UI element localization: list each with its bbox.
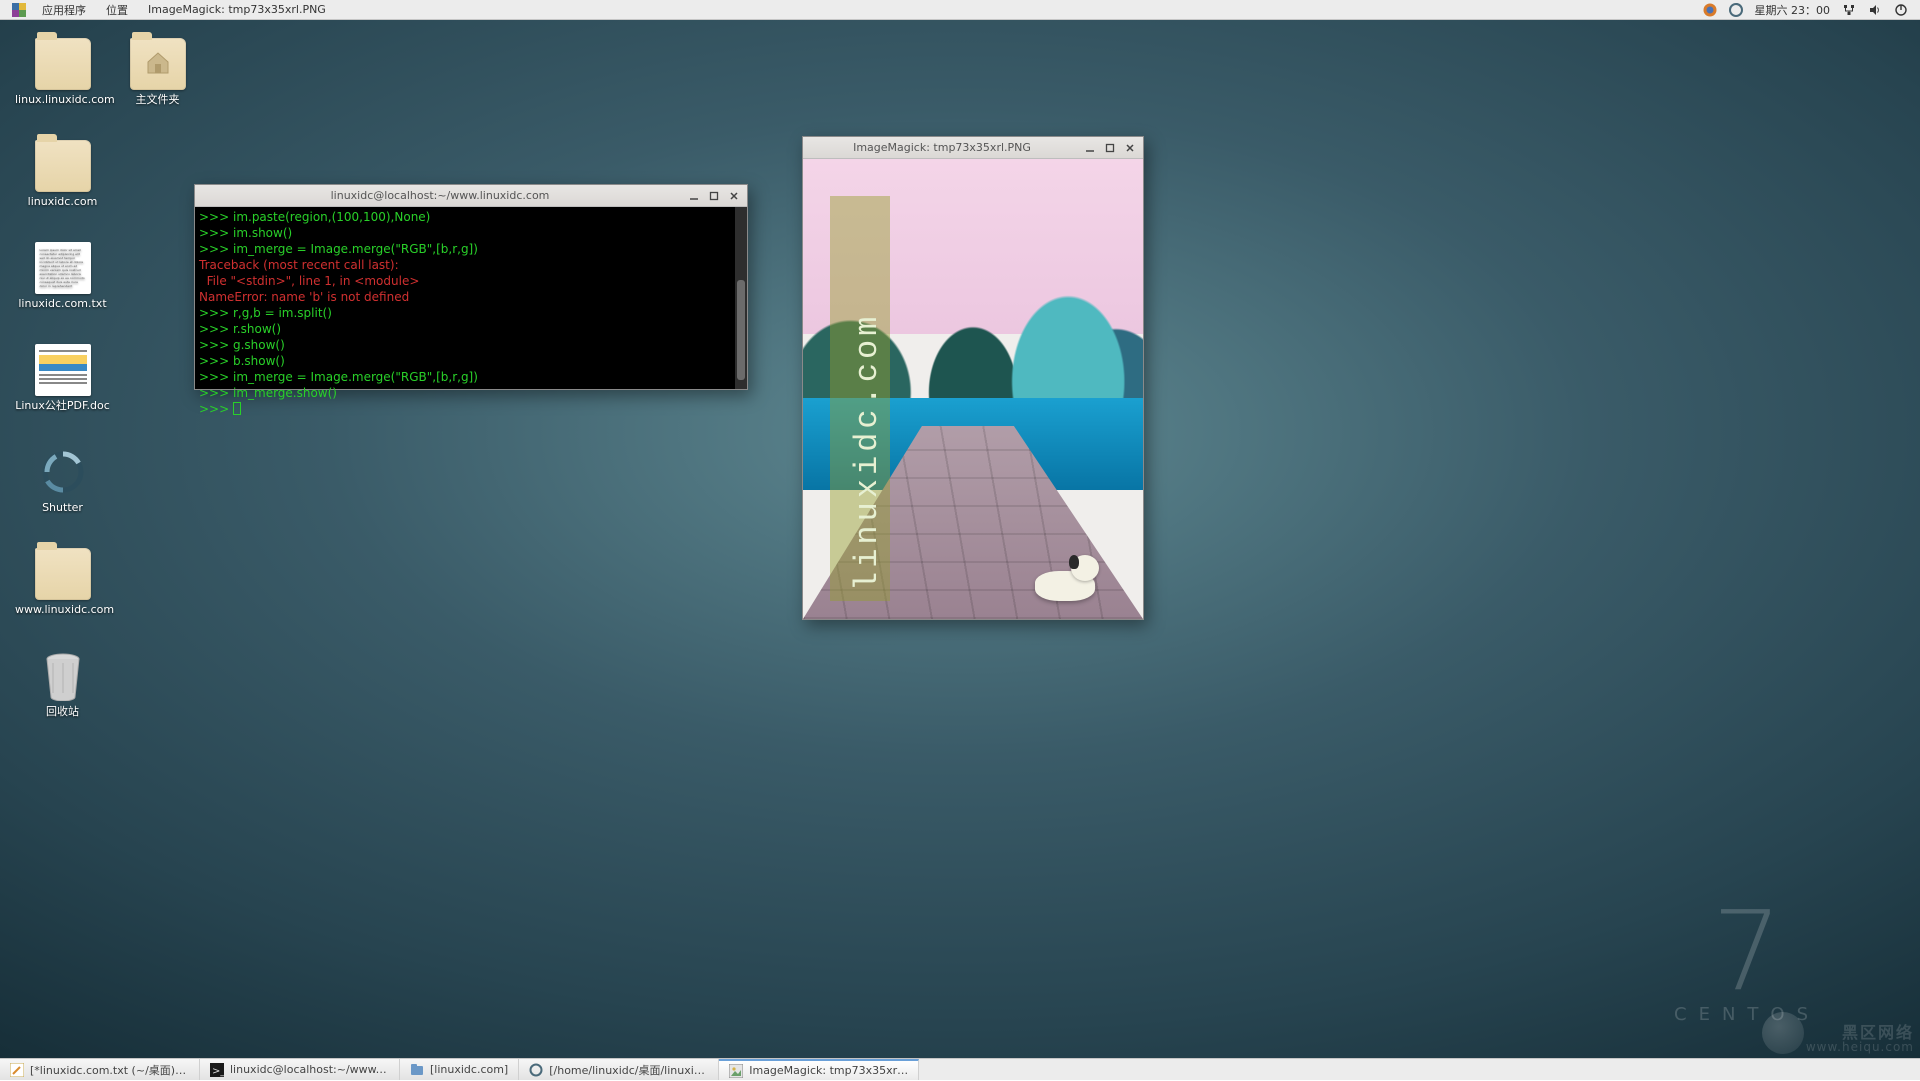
minimize-button[interactable] — [1081, 140, 1099, 156]
task-label: [/home/linuxidc/桌面/linuxidc.com/... — [549, 1062, 708, 1078]
terminal-icon: >_ — [210, 1063, 224, 1077]
home-folder[interactable]: 主文件夹 — [110, 38, 205, 107]
terminal-scrollbar[interactable] — [735, 207, 747, 389]
image-viewer-body: linuxidc.com — [803, 159, 1143, 619]
terminal-cursor — [233, 402, 241, 415]
image-dog — [1035, 555, 1095, 601]
image-viewer-window[interactable]: ImageMagick: tmp73x35xrl.PNG linuxidc.co… — [802, 136, 1144, 620]
task-gedit[interactable]: [*linuxidc.com.txt (~/桌面) - gedit] — [0, 1059, 200, 1080]
terminal-title: linuxidc@localhost:~/www.linuxidc.com — [195, 189, 685, 202]
task-shutter[interactable]: [/home/linuxidc/桌面/linuxidc.com/... — [519, 1059, 719, 1080]
active-window-title: ImageMagick: tmp73x35xrl.PNG — [138, 3, 336, 16]
task-terminal[interactable]: >_ linuxidc@localhost:~/www.linuxidc.c... — [200, 1059, 400, 1080]
taskbar: [*linuxidc.com.txt (~/桌面) - gedit] >_ linu… — [0, 1058, 1920, 1080]
maximize-button[interactable] — [705, 188, 723, 204]
terminal-line: >>> im_merge.show() — [199, 385, 743, 401]
terminal-line: >>> im_merge = Image.merge("RGB",[b,r,g]… — [199, 369, 743, 385]
desktop-icon-label: www.linuxidc.com — [15, 603, 110, 617]
desktop-icon-label: linuxidc.com.txt — [15, 297, 110, 311]
firefox-tray-icon[interactable] — [1697, 3, 1723, 17]
watermark-icon — [1762, 1012, 1804, 1054]
centos-version: 7 — [1674, 905, 1820, 999]
watermark-url: www.heiqu.com — [1806, 1040, 1914, 1054]
desktop[interactable]: 应用程序 位置 ImageMagick: tmp73x35xrl.PNG 星期六… — [0, 0, 1920, 1080]
linuxidc-txt[interactable]: Lorem ipsum dolor sit amet consectetur a… — [15, 242, 110, 311]
terminal-line: >>> r.show() — [199, 321, 743, 337]
svg-text:>_: >_ — [212, 1066, 224, 1077]
files-icon — [410, 1063, 424, 1077]
terminal-line: File "<stdin>", line 1, in <module> — [199, 273, 743, 289]
terminal-line: >>> b.show() — [199, 353, 743, 369]
applications-menu[interactable]: 应用程序 — [32, 2, 96, 18]
terminal-line: >>> im.show() — [199, 225, 743, 241]
trash[interactable]: 回收站 — [15, 650, 110, 719]
power-icon[interactable] — [1888, 3, 1914, 17]
places-menu[interactable]: 位置 — [96, 2, 138, 18]
task-imagemagick[interactable]: ImageMagick: tmp73x35xrl.PNG — [719, 1059, 919, 1080]
terminal-titlebar[interactable]: linuxidc@localhost:~/www.linuxidc.com — [195, 185, 747, 207]
desktop-icon-label: linux.linuxidc.com — [15, 93, 110, 107]
shutter-app[interactable]: Shutter — [15, 446, 110, 515]
linuxidc-folder[interactable]: linuxidc.com — [15, 140, 110, 209]
terminal-line: >>> g.show() — [199, 337, 743, 353]
network-icon[interactable] — [1836, 3, 1862, 17]
terminal-line: >>> im.paste(region,(100,100),None) — [199, 209, 743, 225]
minimize-button[interactable] — [685, 188, 703, 204]
linux-pdf-doc[interactable]: Linux公社PDF.doc — [15, 344, 110, 413]
terminal-body[interactable]: >>> im.paste(region,(100,100),None)>>> i… — [195, 207, 747, 389]
desktop-icon-label: Shutter — [15, 501, 110, 515]
task-label: linuxidc@localhost:~/www.linuxidc.c... — [230, 1063, 389, 1076]
top-panel: 应用程序 位置 ImageMagick: tmp73x35xrl.PNG 星期六… — [0, 0, 1920, 20]
centos-menu-icon[interactable] — [6, 3, 32, 17]
terminal-line: NameError: name 'b' is not defined — [199, 289, 743, 305]
maximize-button[interactable] — [1101, 140, 1119, 156]
terminal-window[interactable]: linuxidc@localhost:~/www.linuxidc.com >>… — [194, 184, 748, 390]
terminal-line: Traceback (most recent call last): — [199, 257, 743, 273]
desktop-icon-label: Linux公社PDF.doc — [15, 399, 110, 413]
shutter-tray-icon[interactable] — [1723, 3, 1749, 17]
shutter-icon — [529, 1063, 543, 1077]
task-label: [*linuxidc.com.txt (~/桌面) - gedit] — [30, 1062, 189, 1078]
clock[interactable]: 星期六 23：00 — [1749, 2, 1837, 18]
terminal-prompt: >>> — [199, 402, 233, 416]
image-icon — [729, 1064, 743, 1078]
task-files[interactable]: [linuxidc.com] — [400, 1059, 519, 1080]
linux-linuxidc-folder[interactable]: linux.linuxidc.com — [15, 38, 110, 107]
watermark-cn: 黑区网络 — [1806, 1026, 1914, 1040]
terminal-line: >>> im_merge = Image.merge("RGB",[b,r,g]… — [199, 241, 743, 257]
task-label: ImageMagick: tmp73x35xrl.PNG — [749, 1064, 908, 1077]
desktop-icon-label: linuxidc.com — [15, 195, 110, 209]
desktop-icon-label: 主文件夹 — [110, 93, 205, 107]
gedit-icon — [10, 1063, 24, 1077]
centos-brand: 7 CENTOS — [1674, 905, 1820, 1026]
close-button[interactable] — [725, 188, 743, 204]
image-viewer-title: ImageMagick: tmp73x35xrl.PNG — [803, 141, 1081, 154]
close-button[interactable] — [1121, 140, 1139, 156]
terminal-line: >>> r,g,b = im.split() — [199, 305, 743, 321]
task-label: [linuxidc.com] — [430, 1063, 508, 1076]
image-watermark-text: linuxidc.com — [849, 313, 886, 591]
desktop-icon-label: 回收站 — [15, 705, 110, 719]
www-linuxidc-folder[interactable]: www.linuxidc.com — [15, 548, 110, 617]
page-watermark: 黑区网络 www.heiqu.com — [1806, 1026, 1914, 1054]
image-viewer-titlebar[interactable]: ImageMagick: tmp73x35xrl.PNG — [803, 137, 1143, 159]
volume-icon[interactable] — [1862, 3, 1888, 17]
